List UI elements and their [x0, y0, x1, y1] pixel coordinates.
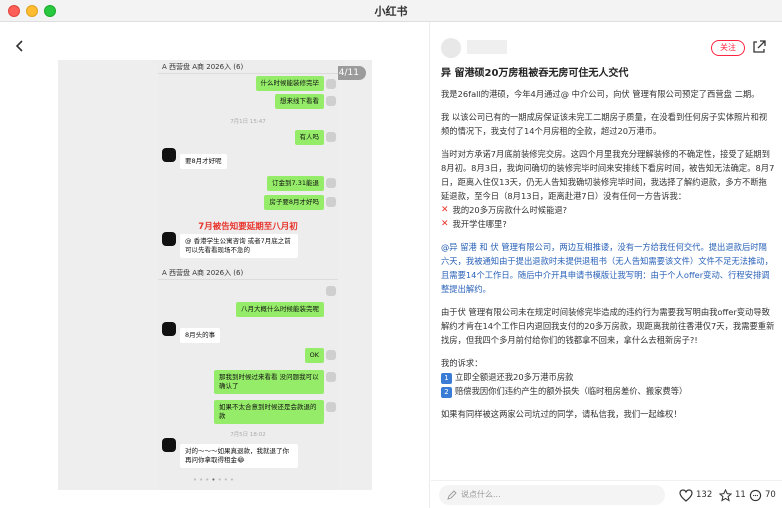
- chat-message: 八月大概什么时候能装完呢: [236, 302, 324, 317]
- post-image-carousel[interactable]: 4/11 A 西营盘 A商 2026入 (6) 什么时候能装修完毕 想来线下看看…: [58, 60, 372, 490]
- chat-header: A 西营盘 A商 2026入 (6): [158, 266, 338, 280]
- engagement-bar: 说点什么... 132 11 70: [431, 480, 782, 508]
- avatar: [162, 322, 176, 336]
- back-button[interactable]: [10, 36, 30, 56]
- chevron-left-icon: [15, 40, 23, 52]
- demands-label: 我的诉求：: [441, 358, 483, 368]
- avatar: [326, 178, 336, 188]
- post-content: 异 留港硕20万房租被吞无房可住无人交代 我是26fall的港硕，今年4月通过@…: [441, 66, 775, 474]
- favorite-count: 11: [735, 490, 746, 500]
- avatar: [326, 286, 336, 296]
- demand-item: 2 赔偿我因你们违约产生的额外损失（临时租房差价、搬家费等）: [441, 384, 775, 398]
- avatar: [162, 438, 176, 452]
- like-button[interactable]: 132: [679, 487, 712, 503]
- question-text: 我的20多万房款什么时候能退?: [452, 205, 568, 215]
- comment-input[interactable]: 说点什么...: [439, 485, 665, 505]
- chat-timestamp: 7月5日 18:02: [230, 432, 266, 438]
- question-text: 我开学住哪里?: [452, 219, 507, 229]
- avatar: [326, 372, 336, 382]
- favorite-button[interactable]: 11: [719, 487, 746, 503]
- question-item: ✕ 我的20多万房款什么时候能退?: [441, 203, 775, 217]
- post-closing: 如果有同样被这两家公司坑过的同学，请私信我，我们一起维权！: [441, 409, 682, 419]
- chat-message: OK: [304, 348, 324, 363]
- chat-header: A 西营盘 A商 2026入 (6): [158, 60, 338, 74]
- author-row: 关注: [441, 38, 771, 58]
- author-name[interactable]: [467, 40, 507, 54]
- cross-mark-icon: ✕: [441, 219, 449, 229]
- chat-message: 订金到7.31能退: [267, 176, 324, 191]
- chat-message: 8月头的事: [180, 328, 221, 343]
- chat-screenshot-image: A 西营盘 A商 2026入 (6) 什么时候能装修完毕 想来线下看看 7月1日…: [158, 60, 338, 490]
- post-paragraph: 我是26fall的港硕，今年4月通过@ 中介公司，向伏 管理有限公司预定了西营盘…: [441, 89, 760, 99]
- star-icon: [719, 488, 732, 502]
- demand-item: 1 立即全额退还我20多万港币房款: [441, 370, 775, 384]
- follow-button[interactable]: 关注: [711, 40, 745, 56]
- chat-message: 想来线下看看: [275, 94, 324, 109]
- post-paragraph-with-questions: 当时对方承诺7月底前装修完交房。这四个月里我充分理解装修的不确定性，接受了延期到…: [441, 147, 775, 231]
- chat-message: @ 香港学生公寓咨询 或者7月底之前可以先看看现场不急的: [180, 234, 298, 258]
- chat-message: 那我到时候过来看看 没问题我可以确认了: [214, 370, 324, 394]
- chat-message: 房子要8月才好吗: [264, 195, 324, 210]
- author-avatar[interactable]: [441, 38, 461, 58]
- question-item: ✕ 我开学住哪里?: [441, 217, 775, 231]
- heart-icon: [679, 488, 693, 502]
- post-paragraph: 由于伏 管理有限公司未在规定时间装修完毕造成的违约行为需要我写明由我offer变…: [441, 307, 775, 345]
- chat-message: 什么时候能装修完毕: [255, 76, 324, 91]
- post-paragraph: 我 以该公司已有的一期成房保证该未完工二期房子质量，在没看到任何房子实体照片和视…: [441, 112, 768, 136]
- chat-message: 对的～～～如果真退款，我就退了你再问你拿取得租金😂: [180, 444, 298, 468]
- comment-icon: [749, 489, 762, 501]
- chat-timestamp: 7月1日 15:47: [230, 119, 266, 125]
- avatar: [326, 132, 336, 142]
- number-2-icon: 2: [441, 387, 452, 398]
- image-viewer-pane: 4/11 A 西营盘 A商 2026入 (6) 什么时候能装修完毕 想来线下看看…: [0, 22, 430, 508]
- comment-button[interactable]: 70: [749, 487, 776, 503]
- chat-message: 有人吗: [294, 130, 324, 145]
- demand-text: 立即全额退还我20多万港币房款: [455, 372, 574, 382]
- number-1-icon: 1: [441, 373, 452, 384]
- red-caption-text: 7月被告知要延期至八月初: [198, 222, 298, 232]
- avatar: [162, 232, 176, 246]
- avatar: [326, 96, 336, 106]
- demands-block: 我的诉求： 1 立即全额退还我20多万港币房款 2 赔偿我因你们违约产生的额外损失（…: [441, 356, 775, 398]
- carousel-dots: •••••••: [193, 476, 236, 484]
- post-title: 异 留港硕20万房租被吞无房可住无人交代: [441, 68, 629, 79]
- cross-mark-icon: ✕: [441, 205, 449, 215]
- window-title: 小红书: [374, 5, 408, 18]
- avatar: [326, 79, 336, 89]
- comment-count: 70: [765, 490, 776, 500]
- window-titlebar: 小红书: [0, 0, 782, 22]
- comment-placeholder: 说点什么...: [461, 490, 501, 499]
- avatar: [326, 350, 336, 360]
- post-paragraph: 当时对方承诺7月底前装修完交房。这四个月里我充分理解装修的不确定性，接受了延期到…: [441, 149, 775, 201]
- like-count: 132: [696, 490, 713, 500]
- chat-message: 如果不太合意到时候还是会款退的款: [214, 400, 324, 424]
- demand-text: 赔偿我因你们违约产生的额外损失（临时租房差价、搬家费等）: [455, 386, 688, 396]
- avatar: [326, 197, 336, 207]
- avatar: [162, 148, 176, 162]
- post-detail-pane: 关注 异 留港硕20万房租被吞无房可住无人交代 我是26fall的港硕，今年4月…: [431, 22, 782, 508]
- avatar: [326, 402, 336, 412]
- post-paragraph-mention: @异 留港 和 伏 管理有限公司，两边互相推诿，没有一方给我任何交代。提出退款后…: [441, 242, 773, 294]
- chat-message: 要8月才好呢: [180, 154, 227, 169]
- pencil-icon: [447, 490, 457, 500]
- share-icon[interactable]: [751, 39, 767, 55]
